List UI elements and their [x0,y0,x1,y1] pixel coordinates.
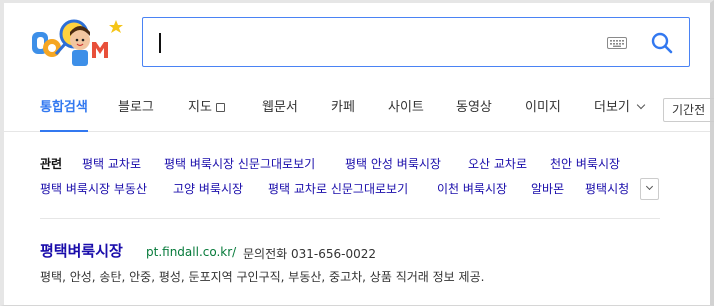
related-item[interactable]: 알바몬 [531,180,564,197]
tab-image[interactable]: 이미지 [525,86,561,132]
search-icon[interactable] [649,30,675,56]
related-expand-button[interactable] [640,178,659,200]
related-item[interactable]: 평택 벼룩시장 부동산 [40,180,147,197]
chevron-down-icon [636,100,646,110]
result-phone: 문의전화 031-656-0022 [243,247,376,261]
tab-web-documents[interactable]: 웹문서 [262,86,298,132]
related-label: 관련 [40,157,63,171]
related-item[interactable]: 평택 벼룩시장 신문그대로보기 [164,155,315,172]
divider [40,218,660,219]
tab-blog[interactable]: 블로그 [118,86,154,132]
period-filter-button[interactable]: 기간전 [663,98,714,122]
related-item[interactable]: 평택시청 [585,180,629,197]
map-box-icon [215,103,225,112]
tab-cafe[interactable]: 카페 [331,86,355,132]
keyboard-icon[interactable] [607,37,627,49]
related-item[interactable]: 평택 교차로 [82,155,141,172]
tab-integrated-search[interactable]: 통합검색 [40,86,88,132]
related-item[interactable]: 평택 교차로 신문그대로보기 [268,180,408,197]
tab-site[interactable]: 사이트 [388,86,424,132]
search-input[interactable] [142,17,690,67]
tab-more[interactable]: 더보기 [594,86,646,132]
related-item[interactable]: 오산 교차로 [468,155,527,172]
related-item[interactable]: 천안 벼룩시장 [550,155,620,172]
chevron-down-icon [645,182,654,191]
related-item[interactable]: 고양 벼룩시장 [173,180,243,197]
text-caret [159,33,161,53]
related-searches: 관련 평택 교차로 평택 벼룩시장 신문그대로보기 평택 안성 벼룩시장 오산 … [40,152,664,208]
related-item[interactable]: 이천 벼룩시장 [437,180,507,197]
daum-doodle-logo[interactable] [32,10,132,70]
related-searches-list: 관련 평택 교차로 평택 벼룩시장 신문그대로보기 평택 안성 벼룩시장 오산 … [40,152,636,208]
tab-map[interactable]: 지도 [188,86,225,132]
result-description: 평택, 안성, 송탄, 안중, 평성, 둔포지역 구인구직, 부동산, 중고차,… [40,270,485,284]
related-item[interactable]: 평택 안성 벼룩시장 [345,155,441,172]
search-tabs: 통합검색 블로그 지도 웹문서 카페 사이트 동영상 이미지 더보기 기간전 [0,86,714,132]
result-url-link[interactable]: pt.findall.co.kr/ [146,245,236,259]
result-title-link[interactable]: 평택벼룩시장 [40,240,123,261]
tab-video[interactable]: 동영상 [456,86,492,132]
